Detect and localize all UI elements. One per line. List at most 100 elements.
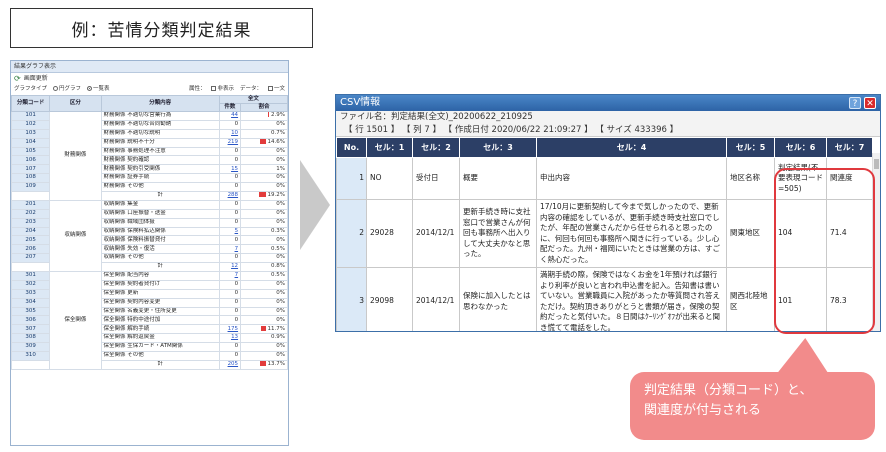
pie-radio[interactable]: 円グラフ	[53, 84, 81, 95]
count-cell: 0	[218, 253, 242, 264]
count-cell[interactable]: 13	[218, 333, 242, 344]
total-pct: 0.8%	[271, 263, 285, 270]
total-count[interactable]: 12	[218, 262, 242, 273]
column-header[interactable]: No.	[336, 137, 367, 158]
pct-cell: 0%	[240, 306, 288, 317]
count-cell[interactable]: 219	[218, 137, 242, 148]
row-number: 2	[336, 199, 367, 268]
code-cell: 202	[11, 208, 51, 219]
hide-label: 非表示	[217, 86, 234, 92]
column-header[interactable]: セル：1	[366, 137, 413, 158]
column-header[interactable]: セル：2	[412, 137, 460, 158]
bar-mark	[259, 361, 266, 367]
pct-value: 0%	[276, 290, 285, 296]
count-cell[interactable]: 175	[218, 324, 242, 335]
count-cell[interactable]: 5	[218, 226, 242, 237]
code-cell: 204	[11, 226, 51, 237]
checkbox-icon	[267, 86, 273, 91]
cell-c7: 78.3	[826, 267, 873, 331]
cell-c3: 保険に加入したとは思わなかった	[459, 267, 537, 331]
arrow-right-icon	[300, 160, 330, 250]
content-cell: 保全関係 契約内容変更	[100, 297, 220, 308]
cell-c2: 受付日	[412, 157, 460, 200]
pct-cell: 0.3%	[240, 226, 288, 237]
pct-value: 0%	[276, 183, 285, 190]
count-cell[interactable]: 7	[218, 244, 242, 255]
pct-cell: 0%	[240, 253, 288, 264]
code-cell: 205	[11, 235, 51, 246]
total-pct: 13.7%	[267, 361, 285, 368]
bar-mark	[258, 192, 266, 198]
pct-value: 0%	[276, 209, 285, 216]
vertical-scrollbar[interactable]	[872, 153, 880, 331]
code-cell: 306	[11, 315, 51, 326]
pct-cell: 0%	[240, 199, 288, 210]
column-header[interactable]: セル：5	[726, 137, 775, 158]
col-content: 分類内容	[100, 95, 220, 112]
content-cell: 保全関係 解約手続	[100, 324, 220, 335]
count-cell[interactable]: 44	[218, 111, 242, 121]
radio-selected-icon	[87, 86, 93, 91]
explanation-callout: 判定結果（分類コード）と、 関連度が付与される	[630, 372, 875, 440]
cell-c4: 満期手続の際，保険ではなくお金を1年預ければ銀行より利率が良いと言われ申込書を記…	[536, 267, 727, 331]
pct-value: 11.7%	[267, 325, 285, 332]
cell-c3: 概要	[459, 157, 537, 200]
cell-c1: NO	[366, 157, 413, 200]
pct-cell: 0%	[240, 208, 288, 219]
total-label: 計	[100, 359, 220, 370]
count-cell[interactable]: 10	[218, 128, 242, 139]
cell-c2: 2014/12/1	[412, 199, 460, 268]
count-cell[interactable]: 15	[218, 164, 242, 175]
page-title: 例：苦情分類判定結果	[10, 8, 313, 48]
hide-checkbox[interactable]: 非表示	[211, 84, 234, 95]
code-cell: 105	[11, 146, 51, 157]
count-cell[interactable]: 7	[218, 271, 242, 281]
code-cell: 301	[11, 271, 51, 281]
code-cell: 109	[11, 182, 51, 193]
pct-value: 0%	[276, 254, 285, 261]
refresh-button[interactable]: ⟳ 画面更新	[11, 73, 288, 84]
pct-value: 0%	[276, 174, 285, 181]
total-count[interactable]: 288	[218, 191, 242, 201]
total-count[interactable]: 205	[218, 359, 242, 370]
close-button[interactable]: ✕	[864, 97, 876, 109]
cell-c6: 101	[774, 267, 827, 331]
graph-type-label: グラフタイプ	[14, 86, 48, 92]
pct-cell: 0.5%	[240, 271, 288, 281]
pct-value: 0%	[276, 316, 285, 323]
code-cell: 101	[11, 111, 51, 121]
content-cell: 財務関係 証券手続	[100, 173, 220, 184]
checkbox-icon	[211, 86, 217, 91]
pct-value: 0%	[276, 201, 285, 208]
refresh-icon: ⟳	[14, 74, 21, 83]
total-label: 計	[100, 191, 220, 201]
help-button[interactable]: ?	[849, 97, 861, 109]
result-graph-panel: 結果グラフ表示 ⟳ 画面更新 グラフタイプ 円グラフ 一覧表 属性： 非表示 デ…	[10, 60, 289, 446]
refresh-label: 画面更新	[23, 75, 48, 82]
pct-cell: 0%	[240, 155, 288, 166]
count-cell: 0	[218, 155, 242, 166]
content-cell: 収納関係 職域団体扱	[100, 217, 220, 228]
table-row: 101 財務関係 財務関係 不適切な営業行為 44 2.9%	[11, 111, 288, 201]
one-sentence-checkbox[interactable]: 一文	[267, 84, 285, 95]
pct-value: 1%	[276, 165, 285, 172]
code-cell	[11, 359, 51, 370]
classification-table: 分類コード 区分 分類内容 全文 件数 割合 101 財務関係 財務関係 不適切な営…	[11, 95, 288, 370]
pct-cell: 0%	[240, 182, 288, 193]
pct-value: 0.3%	[271, 227, 285, 234]
pct-cell: 0%	[240, 288, 288, 299]
column-header[interactable]: セル：4	[536, 137, 727, 158]
column-header[interactable]: セル：7	[826, 137, 873, 158]
pct-cell: 0%	[240, 315, 288, 326]
code-cell: 307	[11, 324, 51, 335]
pct-value: 0%	[276, 307, 285, 314]
scrollbar-thumb[interactable]	[874, 159, 879, 169]
column-header[interactable]: セル：6	[774, 137, 827, 158]
pct-cell: 0.7%	[240, 128, 288, 139]
pct-value: 0%	[276, 156, 285, 163]
column-header[interactable]: セル：3	[459, 137, 537, 158]
row-number: 1	[336, 157, 367, 200]
list-radio[interactable]: 一覧表	[87, 84, 110, 95]
count-cell: 0	[218, 351, 242, 361]
pct-cell: 0%	[240, 146, 288, 157]
